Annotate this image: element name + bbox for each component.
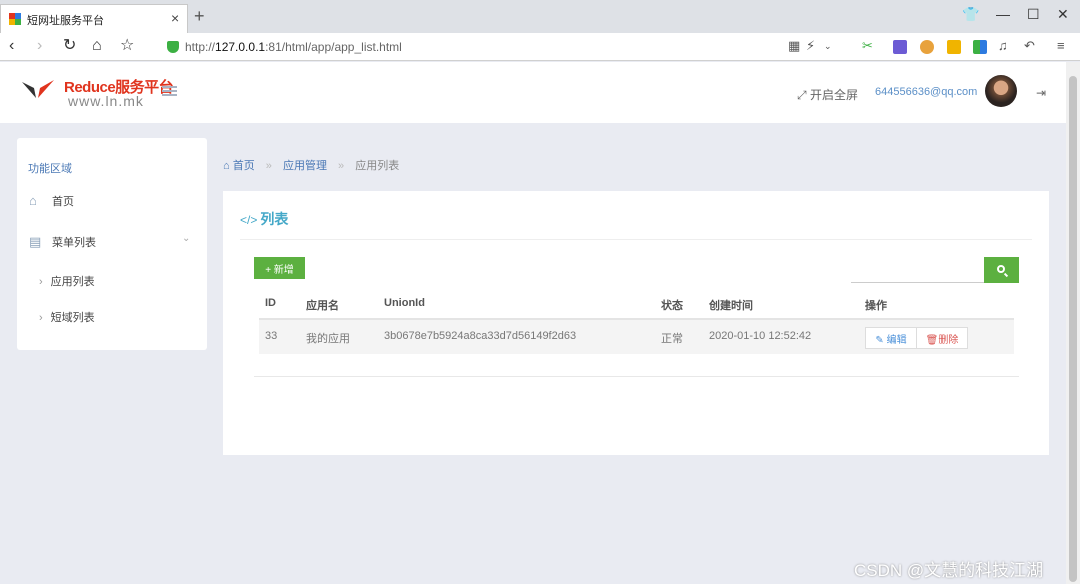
new-tab-icon[interactable]: + — [194, 7, 205, 25]
sidebar-item-app-list[interactable]: › 应用列表 — [39, 273, 95, 289]
logout-icon[interactable]: ⇥ — [1036, 86, 1046, 100]
lightning-icon[interactable]: ⚡ — [806, 38, 815, 54]
extension-cookie-icon[interactable] — [920, 40, 934, 54]
back-icon[interactable]: ‹ — [9, 37, 14, 55]
code-icon: </> — [240, 213, 258, 227]
site-favicon-icon — [9, 13, 21, 25]
breadcrumb-app-management[interactable]: 应用管理 — [283, 160, 327, 172]
address-bar: ‹ › ↻ ⌂ ☆ http://127.0.0.1:81/html/app/a… — [0, 33, 1080, 61]
column-header-status: 状态 — [661, 300, 683, 312]
search-input[interactable] — [851, 257, 984, 283]
minimize-icon[interactable]: — — [996, 6, 1010, 22]
app-header: Reduce服务平台 www.ln.mk ⤢ 开启全屏 644556636@qq… — [0, 62, 1066, 123]
tab-close-icon[interactable]: × — [171, 10, 179, 26]
fullscreen-button[interactable]: ⤢ 开启全屏 — [797, 86, 858, 103]
browser-tab-bar: 短网址服务平台 × + 👕 — ☐ ✕ — [0, 0, 1080, 33]
dropdown-chevron-icon[interactable]: ⌄ — [824, 41, 832, 52]
cell-id: 33 — [265, 330, 278, 342]
extension-cube-icon[interactable] — [893, 40, 907, 54]
cell-status: 正常 — [661, 333, 683, 345]
home-icon: ⌂ — [223, 160, 230, 172]
extension-grid-icon[interactable] — [973, 40, 987, 54]
column-header-actions: 操作 — [865, 300, 887, 312]
sidebar-section-title: 功能区域 — [28, 163, 72, 175]
cell-unionid: 3b0678e7b5924a8ca33d7d56149f2d63 — [384, 330, 577, 342]
page-scrollbar[interactable] — [1066, 62, 1080, 584]
column-header-created: 创建时间 — [709, 300, 753, 312]
window-close-icon[interactable]: ✕ — [1057, 6, 1069, 23]
column-header-unionid: UnionId — [384, 297, 425, 309]
breadcrumb-current: 应用列表 — [355, 160, 400, 172]
tab-title: 短网址服务平台 — [27, 15, 104, 27]
breadcrumb-home[interactable]: ⌂ 首页 — [223, 160, 255, 172]
expand-icon: ⤢ — [797, 88, 807, 102]
column-header-id: ID — [265, 297, 276, 309]
sidebar-item-home[interactable]: ⌂ 首页 — [29, 193, 74, 209]
reload-icon[interactable]: ↻ — [63, 37, 76, 55]
search-icon — [997, 265, 1005, 273]
sidebar-item-menu-list[interactable]: ▤ 菜单列表 — [29, 234, 96, 250]
sidebar-item-domain-list[interactable]: › 短域列表 — [39, 309, 95, 325]
sidebar: 功能区域 ⌂ 首页 ▤ 菜单列表 ⌄ › 应用列表 › 短域列表 — [17, 138, 207, 350]
headphones-icon[interactable]: ♫ — [998, 38, 1008, 53]
browser-tab[interactable]: 短网址服务平台 × — [0, 4, 188, 33]
add-button[interactable]: + 新增 — [254, 257, 305, 279]
chevron-right-icon: › — [39, 312, 43, 324]
secure-shield-icon — [167, 41, 179, 53]
cell-created: 2020-01-10 12:52:42 — [709, 330, 812, 342]
undo-icon[interactable]: ↶ — [1024, 38, 1035, 54]
breadcrumb: ⌂ 首页 » 应用管理 » 应用列表 — [223, 157, 399, 173]
scrollbar-thumb[interactable] — [1069, 76, 1077, 582]
table-row: 33 我的应用 3b0678e7b5924a8ca33d7d56149f2d63… — [259, 320, 1014, 354]
breadcrumb-separator: » — [265, 160, 272, 172]
watermark: CSDN @文慧的科技江湖 — [854, 561, 1044, 580]
edit-icon: ✎ — [875, 334, 884, 346]
calendar-icon: ▤ — [29, 234, 42, 249]
search-button[interactable] — [984, 257, 1019, 283]
user-email[interactable]: 644556636@qq.com — [875, 86, 977, 98]
trash-icon: 🗑 — [925, 334, 939, 346]
divider — [254, 376, 1019, 377]
scissors-icon[interactable]: ✂ — [862, 38, 873, 54]
list-panel: </> 列表 + 新增 ID 应用名 UnionId 状态 创建时间 操作 33 … — [223, 191, 1049, 455]
maximize-icon[interactable]: ☐ — [1027, 6, 1040, 23]
logo-bird-icon — [22, 80, 54, 98]
edit-button[interactable]: ✎ 编辑 — [865, 327, 917, 349]
home-icon[interactable]: ⌂ — [92, 37, 102, 55]
extension-shield-icon[interactable] — [947, 40, 961, 54]
chevron-down-icon[interactable]: ⌄ — [182, 233, 190, 244]
browser-menu-icon[interactable]: ≡ — [1057, 38, 1065, 53]
cell-name: 我的应用 — [306, 333, 350, 345]
forward-icon[interactable]: › — [37, 37, 42, 55]
skin-icon[interactable]: 👕 — [962, 6, 979, 23]
url-field[interactable]: http://127.0.0.1:81/html/app/app_list.ht… — [185, 40, 402, 54]
delete-button[interactable]: 🗑删除 — [916, 327, 968, 349]
logo-subtitle: www.ln.mk — [68, 93, 144, 109]
chevron-right-icon: › — [39, 276, 43, 288]
divider — [240, 239, 1032, 240]
menu-toggle-icon[interactable] — [162, 86, 177, 98]
avatar[interactable] — [985, 75, 1017, 107]
home-icon: ⌂ — [29, 193, 37, 208]
qrcode-icon[interactable]: ▦ — [788, 38, 800, 54]
column-header-name: 应用名 — [306, 300, 339, 312]
page-title: </> 列表 — [240, 211, 289, 227]
breadcrumb-separator: » — [338, 160, 345, 172]
bookmark-star-icon[interactable]: ☆ — [120, 37, 134, 55]
